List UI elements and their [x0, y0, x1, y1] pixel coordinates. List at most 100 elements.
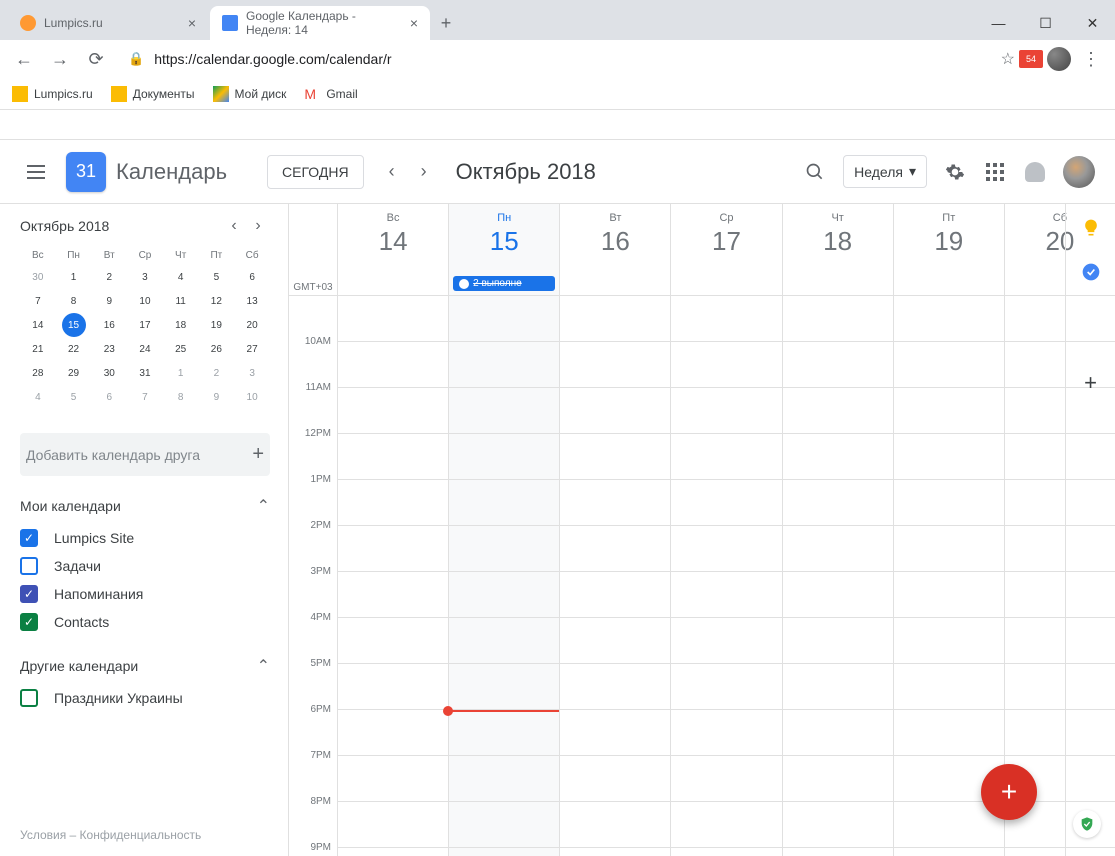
calendar-item[interactable]: ✓Напоминания: [20, 580, 270, 608]
time-slot[interactable]: [338, 480, 448, 526]
time-slot[interactable]: [449, 848, 559, 856]
mini-day-cell[interactable]: 16: [91, 313, 127, 337]
close-button[interactable]: ✕: [1070, 8, 1115, 38]
time-slot[interactable]: [671, 664, 781, 710]
mini-day-cell[interactable]: 1: [163, 361, 199, 385]
time-slot[interactable]: [894, 342, 1004, 388]
time-slot[interactable]: [338, 756, 448, 802]
bookmark-star-icon[interactable]: ☆: [1001, 49, 1015, 69]
time-slot[interactable]: [560, 388, 670, 434]
view-select[interactable]: Неделя ▾: [843, 155, 927, 188]
time-slot[interactable]: [783, 618, 893, 664]
time-slot[interactable]: [671, 388, 781, 434]
mini-day-cell[interactable]: 30: [20, 265, 56, 289]
day-header[interactable]: Вс14: [337, 204, 448, 295]
mini-day-cell[interactable]: 24: [127, 337, 163, 361]
event-chip[interactable]: 2 выполне: [453, 276, 555, 291]
mini-day-cell[interactable]: 5: [199, 265, 235, 289]
shield-extension-icon[interactable]: [1073, 810, 1101, 838]
mini-day-cell[interactable]: 3: [127, 265, 163, 289]
time-slot[interactable]: [671, 802, 781, 848]
time-slot[interactable]: [783, 526, 893, 572]
time-slot[interactable]: [449, 618, 559, 664]
grid-column[interactable]: [448, 296, 559, 856]
time-slot[interactable]: [894, 434, 1004, 480]
mini-day-cell[interactable]: 27: [234, 337, 270, 361]
time-slot[interactable]: [560, 572, 670, 618]
time-slot[interactable]: [449, 480, 559, 526]
add-addon-button[interactable]: +: [1084, 370, 1097, 396]
checkbox[interactable]: [20, 557, 38, 575]
time-slot[interactable]: [449, 572, 559, 618]
time-slot[interactable]: [338, 664, 448, 710]
checkbox[interactable]: ✓: [20, 613, 38, 631]
notifications-button[interactable]: [1015, 152, 1055, 192]
mini-day-cell[interactable]: 1: [56, 265, 92, 289]
time-slot[interactable]: [783, 296, 893, 342]
time-slot[interactable]: [783, 480, 893, 526]
time-slot[interactable]: [783, 756, 893, 802]
time-slot[interactable]: [671, 434, 781, 480]
time-slot[interactable]: [449, 802, 559, 848]
time-slot[interactable]: [338, 848, 448, 856]
time-slot[interactable]: [783, 802, 893, 848]
time-slot[interactable]: [671, 526, 781, 572]
calendar-item[interactable]: Задачи: [20, 552, 270, 580]
apps-button[interactable]: [975, 152, 1015, 192]
grid-column[interactable]: [670, 296, 781, 856]
time-slot[interactable]: [894, 388, 1004, 434]
time-slot[interactable]: [449, 434, 559, 480]
prev-week-button[interactable]: ‹: [376, 156, 408, 188]
mini-day-cell[interactable]: 13: [234, 289, 270, 313]
mini-day-cell[interactable]: 31: [127, 361, 163, 385]
address-bar[interactable]: 🔒 https://calendar.google.com/calendar/r: [116, 51, 997, 67]
mini-day-cell[interactable]: 11: [163, 289, 199, 313]
mini-day-cell[interactable]: 14: [20, 313, 56, 337]
mini-day-cell[interactable]: 18: [163, 313, 199, 337]
mini-day-cell[interactable]: 4: [163, 265, 199, 289]
tasks-icon[interactable]: [1081, 262, 1101, 282]
mini-day-cell[interactable]: 30: [91, 361, 127, 385]
time-slot[interactable]: [894, 848, 1004, 856]
mini-day-cell[interactable]: 12: [199, 289, 235, 313]
maximize-button[interactable]: ☐: [1023, 8, 1068, 38]
day-header[interactable]: Чт18: [782, 204, 893, 295]
time-slot[interactable]: [671, 572, 781, 618]
day-header[interactable]: Вт16: [559, 204, 670, 295]
mini-day-cell[interactable]: 19: [199, 313, 235, 337]
time-slot[interactable]: [560, 802, 670, 848]
time-slot[interactable]: [783, 710, 893, 756]
mini-day-cell[interactable]: 7: [127, 385, 163, 409]
time-slot[interactable]: [449, 342, 559, 388]
grid-column[interactable]: [559, 296, 670, 856]
time-slot[interactable]: [894, 710, 1004, 756]
bookmark-item[interactable]: Lumpics.ru: [12, 86, 93, 102]
mini-day-cell[interactable]: 17: [127, 313, 163, 337]
mini-day-cell[interactable]: 28: [20, 361, 56, 385]
profile-avatar-icon[interactable]: [1047, 47, 1071, 71]
day-header[interactable]: Пт19: [893, 204, 1004, 295]
mini-day-cell[interactable]: 25: [163, 337, 199, 361]
mini-day-cell[interactable]: 5: [56, 385, 92, 409]
time-slot[interactable]: [449, 388, 559, 434]
plus-icon[interactable]: +: [252, 443, 264, 466]
time-slot[interactable]: [560, 296, 670, 342]
time-slot[interactable]: [671, 480, 781, 526]
mini-day-cell[interactable]: 6: [91, 385, 127, 409]
forward-button[interactable]: →: [44, 43, 76, 75]
time-slot[interactable]: [560, 434, 670, 480]
time-slot[interactable]: [338, 526, 448, 572]
gmail-extension-icon[interactable]: 54: [1019, 50, 1043, 68]
time-slot[interactable]: [560, 848, 670, 856]
time-slot[interactable]: [783, 664, 893, 710]
time-slot[interactable]: [560, 526, 670, 572]
mini-day-cell[interactable]: 8: [163, 385, 199, 409]
mini-day-cell[interactable]: 2: [91, 265, 127, 289]
time-slot[interactable]: [449, 664, 559, 710]
time-slot[interactable]: [894, 618, 1004, 664]
grid-column[interactable]: [893, 296, 1004, 856]
mini-day-cell[interactable]: 15: [56, 313, 92, 337]
browser-tab[interactable]: Lumpics.ru ×: [8, 6, 208, 40]
time-slot[interactable]: [894, 296, 1004, 342]
mini-day-cell[interactable]: 3: [234, 361, 270, 385]
